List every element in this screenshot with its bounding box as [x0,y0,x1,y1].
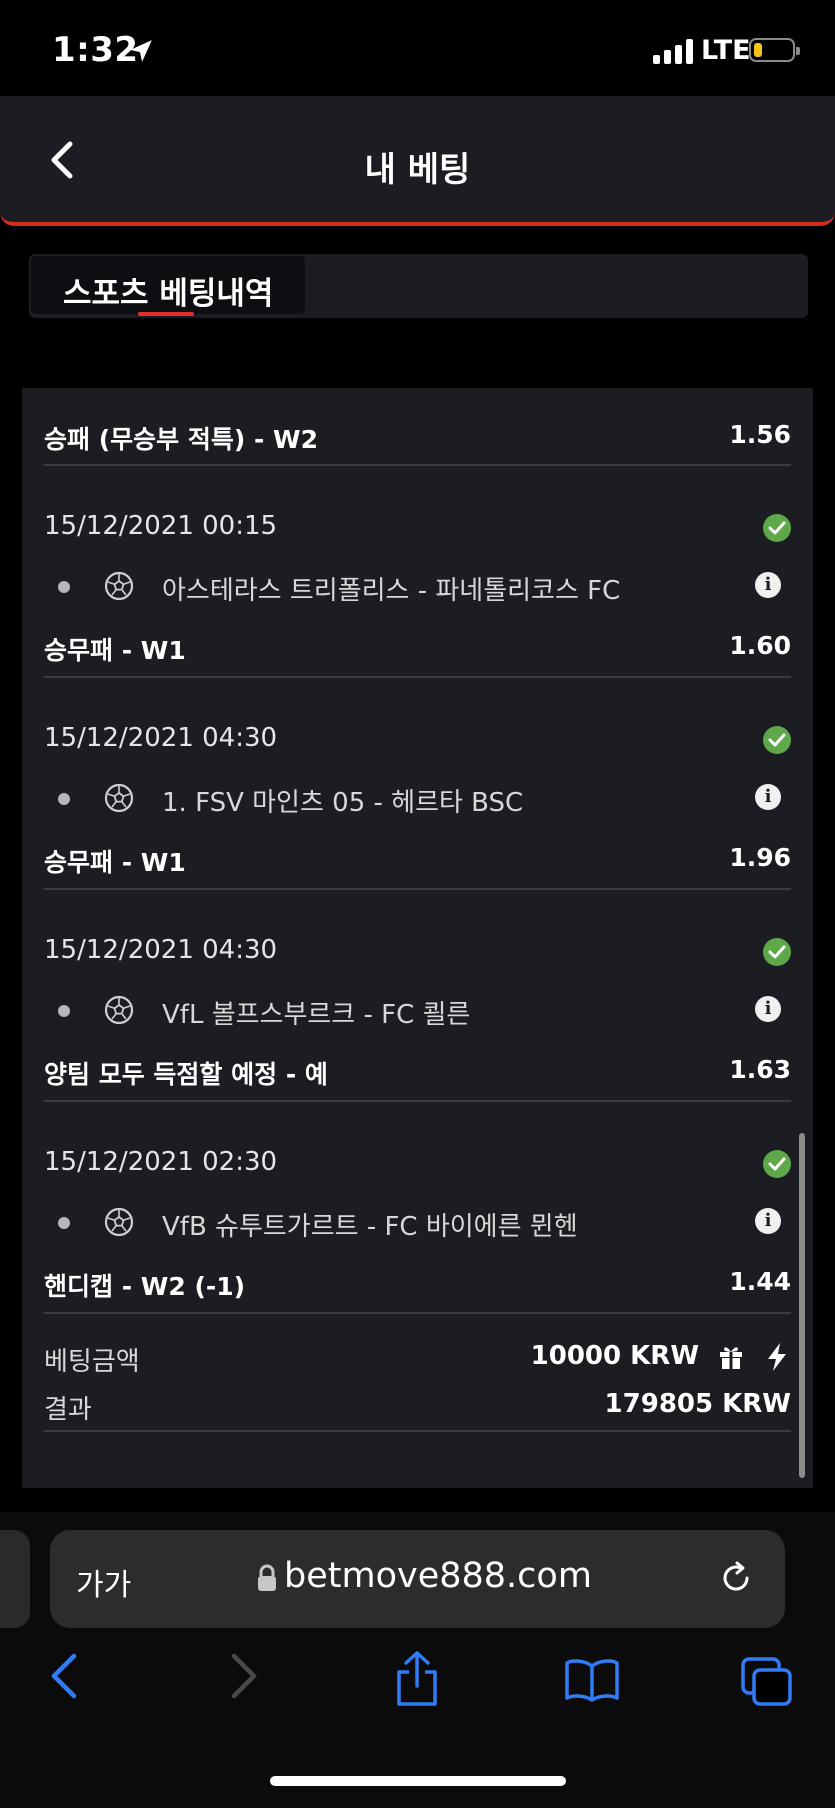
gift-icon[interactable] [717,1343,745,1371]
bet-odds: 1.96 [729,843,791,872]
soccer-ball-icon [104,783,134,813]
info-icon[interactable]: i [755,784,781,810]
bet-datetime: 15/12/2021 04:30 [44,723,278,753]
status-time: 1:32 [52,30,139,70]
signal-icon [653,38,697,64]
divider [44,888,791,890]
result-value: 179805 KRW [604,1389,791,1419]
share-icon[interactable] [394,1650,440,1708]
scrollbar[interactable] [799,1133,805,1478]
win-check-icon [763,938,791,966]
bullet-icon [58,581,70,593]
reload-icon[interactable] [716,1558,756,1598]
text-size-button[interactable]: 가가 [76,1560,131,1604]
home-indicator[interactable] [270,1776,566,1786]
bullet-icon [58,793,70,805]
bet-selection-row: 핸디캡 - W2 (-1) 1.44 [44,1267,791,1303]
bet-header-row: 15/12/2021 04:30 [44,935,791,971]
info-icon[interactable]: i [755,996,781,1022]
bet-datetime: 15/12/2021 00:15 [44,511,278,541]
tabs-icon[interactable] [740,1656,794,1708]
win-check-icon [763,726,791,754]
bet-match-row: VfL 볼프스부르크 - FC 쾰른 i [44,990,791,1030]
bet-selection-row: 양팀 모두 득점할 예정 - 예 1.63 [44,1055,791,1091]
divider [44,464,791,466]
bet-selection-row: 승무패 - W1 1.60 [44,631,791,667]
bullet-icon [58,1005,70,1017]
bet-match-name: 아스테라스 트리폴리스 - 파네톨리코스 FC [162,576,621,606]
lightning-icon[interactable] [765,1342,789,1372]
bet-market: 핸디캡 - W2 (-1) [44,1272,246,1301]
page: 1:32 LTE 내 베팅 스포츠 베팅내역 승패 (무승부 적특) - W2 … [0,0,835,1808]
bet-selection-row: 승무패 - W1 1.96 [44,843,791,879]
win-check-icon [763,514,791,542]
battery-icon [749,38,800,62]
divider [44,676,791,678]
bet-odds: 1.44 [729,1267,791,1296]
previous-tab-peek[interactable] [0,1530,30,1628]
lock-icon [258,1564,276,1591]
soccer-ball-icon [104,995,134,1025]
info-icon[interactable]: i [755,572,781,598]
browser-back-icon[interactable] [46,1652,82,1700]
bet-match-name: 1. FSV 마인츠 05 - 헤르타 BSC [162,788,524,818]
bet-match-name: VfL 볼프스부르크 - FC 쾰른 [162,1000,471,1030]
browser-forward-icon[interactable] [226,1652,262,1700]
stake-row: 베팅금액 10000 KRW [44,1341,791,1381]
bet-market: 승패 (무승부 적특) - W2 [44,425,319,454]
bullet-icon [58,1217,70,1229]
soccer-ball-icon [104,1207,134,1237]
bet-datetime: 15/12/2021 04:30 [44,935,278,965]
stake-value: 10000 KRW [530,1341,699,1371]
bet-header-row: 15/12/2021 00:15 [44,511,791,547]
divider [44,1312,791,1314]
result-row: 결과 179805 KRW [44,1389,791,1429]
divider [44,1100,791,1102]
bet-match-row: 1. FSV 마인츠 05 - 헤르타 BSC i [44,778,791,818]
stake-label: 베팅금액 [44,1347,140,1377]
bookmarks-icon[interactable] [564,1658,620,1702]
location-arrow-icon [130,40,152,62]
bet-odds: 1.60 [729,631,791,660]
bet-datetime: 15/12/2021 02:30 [44,1147,278,1177]
bet-slip-panel[interactable]: 승패 (무승부 적특) - W2 1.56 15/12/2021 00:15 아… [22,388,813,1488]
bet-odds: 1.63 [729,1055,791,1084]
network-type: LTE [701,35,751,66]
info-icon[interactable]: i [755,1208,781,1234]
bet-market: 승무패 - W1 [44,636,186,665]
app-header: 내 베팅 [0,96,835,226]
url-text[interactable]: betmove888.com [284,1556,592,1596]
bet-odds: 1.56 [729,420,791,449]
tab-label: 스포츠 베팅내역 [63,276,274,312]
bet-match-row: 아스테라스 트리폴리스 - 파네톨리코스 FC i [44,566,791,606]
tab-sports-bet-history[interactable]: 스포츠 베팅내역 [31,256,305,316]
divider [44,1430,791,1432]
bet-match-row: VfB 슈투트가르트 - FC 바이에른 뮌헨 i [44,1202,791,1242]
soccer-ball-icon [104,571,134,601]
win-check-icon [763,1150,791,1178]
tab-bar: 스포츠 베팅내역 [29,254,808,318]
status-bar: 1:32 LTE [0,0,835,96]
bet-header-row: 15/12/2021 02:30 [44,1147,791,1183]
bet-market: 양팀 모두 득점할 예정 - 예 [44,1060,328,1089]
bet-header-row: 15/12/2021 04:30 [44,723,791,759]
page-title: 내 베팅 [364,150,471,190]
bet-match-name: VfB 슈투트가르트 - FC 바이에른 뮌헨 [162,1212,578,1242]
result-label: 결과 [44,1395,92,1425]
bet-market: 승무패 - W1 [44,848,186,877]
address-bar[interactable]: 가가 betmove888.com [50,1530,785,1628]
tab-active-indicator [138,312,194,316]
bet-selection-row: 승패 (무승부 적특) - W2 1.56 [44,420,791,456]
